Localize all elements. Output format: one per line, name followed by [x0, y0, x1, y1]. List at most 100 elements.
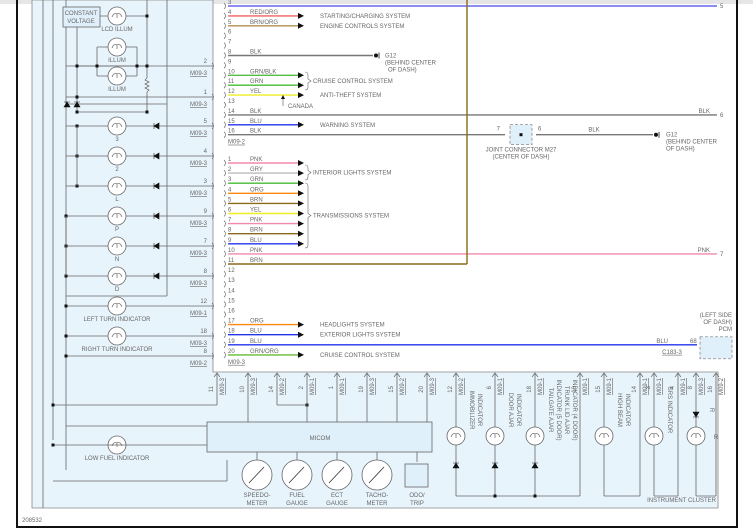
wire-color-label: BLK [250, 129, 261, 135]
pin-number: 16 [228, 129, 235, 135]
arrow-icon [298, 170, 304, 177]
pin-number: 12 [228, 268, 235, 274]
connector-name: M09-3 [190, 71, 208, 77]
brace [304, 164, 312, 181]
connector-pin-icon [223, 42, 226, 49]
connector-pin-icon [223, 230, 226, 237]
system-label: WARNING SYSTEM [320, 123, 375, 129]
gauge-label: SPEEDO- [243, 493, 270, 499]
far-pin-number: 5 [720, 4, 724, 10]
pin-number: 19 [359, 385, 365, 392]
joint-name: JOINT CONNECTOR M27 [486, 148, 557, 154]
connector-name: M09-2 [228, 140, 246, 146]
pin-number: 16 [228, 309, 235, 315]
connector-pin-icon [223, 159, 226, 167]
arrow-icon [298, 351, 304, 358]
gauge-label: METER [247, 501, 269, 507]
arrow-icon [298, 92, 304, 99]
arrow-icon [298, 82, 304, 89]
wire-color-label: GRN [250, 79, 263, 85]
connector-pin-icon [223, 210, 226, 217]
wire-color-label: BRN [250, 228, 263, 234]
indicator-label: INDICATOR [624, 394, 630, 427]
connector-pin-icon [223, 280, 226, 288]
pin-number: 13 [228, 99, 235, 105]
figure-id: 208532 [22, 518, 43, 524]
connector-name: M09-3 [190, 341, 208, 347]
wire-color-label: ORG [250, 187, 264, 193]
connector-name: M09-1 [538, 377, 544, 395]
connector-name: M09-3 [251, 377, 257, 395]
connector-pin-icon [223, 250, 226, 258]
indicator-label: INDICATOR (4 DOOR) [571, 379, 577, 440]
pin-number: 5 [228, 197, 232, 203]
connector-name: M09-1 [583, 377, 589, 395]
pin-number: 10 [228, 248, 235, 254]
junction-dot [75, 64, 79, 68]
system-label: INTERIOR LIGHTS SYSTEM [313, 171, 391, 177]
connector-name: M09-1 [498, 377, 504, 395]
pin-number: 2 [228, 167, 232, 173]
arrow-icon [298, 121, 304, 128]
constant-voltage-label: VOLTAGE [67, 19, 94, 25]
system-label: STARTING/CHARGING SYSTEM [320, 14, 410, 20]
pin-number: 12 [228, 89, 235, 95]
pin-number: 11 [209, 385, 215, 392]
connector-pin-icon [223, 301, 226, 308]
pin-number: 15 [389, 385, 395, 392]
indicator-label: R [708, 408, 714, 413]
connector-pin-icon [223, 81, 226, 89]
connector-name: M09-2 [459, 377, 465, 395]
pin-number: 14 [228, 109, 235, 115]
arrow-icon [298, 12, 304, 19]
connector-name: M09-3 [190, 221, 208, 227]
lamp-label: N [115, 257, 119, 263]
pin-number: 19 [228, 339, 235, 345]
connector-pin-icon [223, 32, 226, 39]
junction-dot [135, 64, 139, 68]
connector-pin-icon [223, 200, 226, 207]
arrow-icon [298, 200, 304, 207]
arrow-icon [298, 331, 304, 338]
pin-number: 15 [228, 298, 235, 304]
ground-location: (BEHIND CENTER [666, 140, 718, 146]
lamp-label: ILLUM [108, 87, 126, 93]
junction-dot [519, 133, 523, 137]
connector-name: M09-3 [190, 251, 208, 257]
pin-number: 14 [228, 288, 235, 294]
pin-number: 15 [228, 119, 235, 125]
wire-color-label: BLU [656, 339, 668, 345]
pin-number: 16 [708, 385, 714, 392]
pin-number: 18 [228, 329, 235, 335]
ground-name: G12 [385, 54, 397, 60]
arrow-icon [298, 180, 304, 187]
gauge-label: FUEL [289, 493, 305, 499]
wire-color-label: GRY [250, 167, 263, 173]
ground-name: G12 [666, 133, 678, 139]
connector-pin-icon [223, 91, 226, 99]
lamp-label: LEFT TURN INDICATOR [84, 317, 152, 323]
wire-color-label: PNK [698, 248, 710, 254]
junction-dot [533, 494, 537, 498]
connector-name: M09-1 [190, 311, 208, 317]
connector-pin-icon [223, 260, 226, 268]
wire-color-label: YEL [250, 89, 262, 95]
wire-color-label: ORG [250, 319, 264, 325]
joint-location: (CENTER OF DASH) [493, 155, 550, 161]
pin-number: 10 [240, 385, 246, 392]
gauge-label: TACHO- [366, 493, 389, 499]
pin-number: 17 [228, 319, 235, 325]
lamp-label: LOW FUEL INDICATOR [85, 456, 150, 462]
connector-pin-icon [223, 22, 226, 30]
connector-pin-icon [223, 111, 226, 119]
pin-number: 5 [228, 20, 232, 26]
connector-name: M09-3 [370, 377, 376, 395]
junction-dot [64, 334, 68, 338]
pin-number: 6 [228, 208, 232, 214]
connector-pin-icon [223, 341, 226, 349]
wiring-diagram: 3 5 4 RED/ORG STARTING/CHARGING SYSTEM 5 BRN/O… [0, 0, 753, 528]
pin-number: 4 [228, 187, 232, 193]
indicator-label: INDICATOR (5 DOOR) [555, 379, 561, 440]
lamp-label: LCD ILLUM [101, 27, 132, 33]
connector-pin-icon [223, 179, 226, 187]
